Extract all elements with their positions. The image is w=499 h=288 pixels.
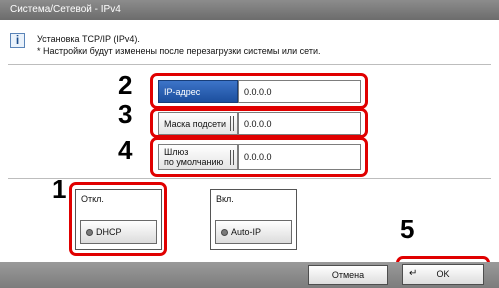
divider-bottom	[8, 178, 491, 179]
default-gateway-field[interactable]: 0.0.0.0	[238, 144, 361, 170]
auto-ip-label: Auto-IP	[231, 227, 262, 237]
dhcp-label: DHCP	[96, 227, 122, 237]
cancel-button[interactable]: Отмена	[308, 265, 388, 285]
ip-address-label: IP-адрес	[164, 86, 201, 97]
return-arrow-icon: ↵	[409, 268, 418, 279]
ok-label: OK	[436, 269, 450, 279]
auto-ip-button[interactable]: Auto-IP	[215, 220, 292, 244]
ip-address-field[interactable]: 0.0.0.0	[238, 80, 361, 103]
subnet-mask-field[interactable]: 0.0.0.0	[238, 112, 361, 135]
default-gateway-label-line1: Шлюз	[164, 147, 189, 157]
radio-dot-icon	[221, 228, 228, 236]
dhcp-button[interactable]: DHCP	[80, 220, 157, 244]
ip-address-label-button[interactable]: IP-адрес	[158, 80, 238, 103]
auto-ip-on-group: Вкл. Auto-IP	[210, 189, 297, 250]
default-gateway-label-line2: по умолчанию	[164, 157, 224, 167]
radio-dot-icon	[86, 228, 93, 236]
on-caption: Вкл.	[216, 194, 234, 204]
ok-button[interactable]: ↵ OK	[402, 264, 484, 285]
info-icon: i	[10, 33, 25, 48]
separator-icon	[230, 116, 234, 131]
window-title: Система/Сетевой - IPv4	[0, 0, 499, 20]
default-gateway-label-button[interactable]: Шлюз по умолчанию	[158, 144, 238, 170]
step-number-2: 2	[118, 70, 133, 100]
step-number-5: 5	[400, 214, 415, 244]
step-number-3: 3	[118, 99, 133, 129]
dhcp-off-group: Откл. DHCP	[75, 189, 162, 250]
subnet-mask-label-button[interactable]: Маска подсети	[158, 112, 238, 135]
info-message-line1: Установка TCP/IP (IPv4).	[37, 34, 140, 44]
step-number-4: 4	[118, 135, 133, 165]
off-caption: Откл.	[81, 194, 104, 204]
step-number-1: 1	[52, 174, 67, 204]
divider-top	[8, 64, 491, 65]
info-message-line2: * Настройки будут изменены после перезаг…	[37, 46, 321, 56]
subnet-mask-label: Маска подсети	[164, 118, 227, 129]
separator-icon	[230, 150, 234, 165]
